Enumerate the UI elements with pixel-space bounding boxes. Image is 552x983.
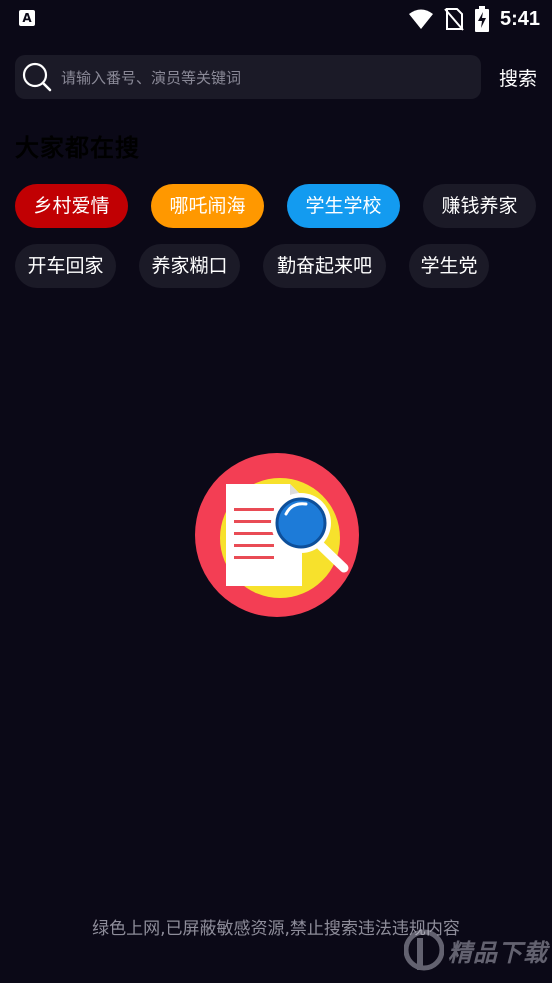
- search-icon: [22, 62, 52, 92]
- tag-勤奋起来吧[interactable]: 勤奋起来吧: [263, 244, 386, 288]
- clock: 5:41: [499, 7, 540, 30]
- status-bar: A 5:41: [0, 0, 552, 40]
- tag-养家糊口[interactable]: 养家糊口: [139, 244, 240, 288]
- tag-学生党[interactable]: 学生党: [409, 244, 489, 288]
- watermark: 精品下载: [404, 928, 548, 972]
- tag-学生学校[interactable]: 学生学校: [287, 184, 400, 228]
- watermark-logo-icon: [404, 929, 444, 971]
- wifi-icon: [408, 9, 433, 29]
- tag-乡村爱情[interactable]: 乡村爱情: [15, 184, 128, 228]
- search-bar: 搜索: [15, 55, 543, 101]
- tag-赚钱养家[interactable]: 赚钱养家: [423, 184, 536, 228]
- no-sim-icon: [444, 8, 464, 31]
- status-icons: 5:41: [408, 6, 540, 32]
- tag-开车回家[interactable]: 开车回家: [15, 244, 116, 288]
- hot-search-title: 大家都在搜: [15, 134, 140, 162]
- search-button[interactable]: 搜索: [493, 63, 543, 91]
- search-document-icon: [195, 453, 359, 617]
- search-input[interactable]: [59, 55, 473, 101]
- battery-charging-icon: [474, 6, 489, 32]
- watermark-text: 精品下载: [448, 938, 548, 967]
- tag-哪吒闹海[interactable]: 哪吒闹海: [151, 184, 264, 228]
- app-notification-icon: A: [19, 10, 35, 26]
- search-box[interactable]: [15, 55, 481, 101]
